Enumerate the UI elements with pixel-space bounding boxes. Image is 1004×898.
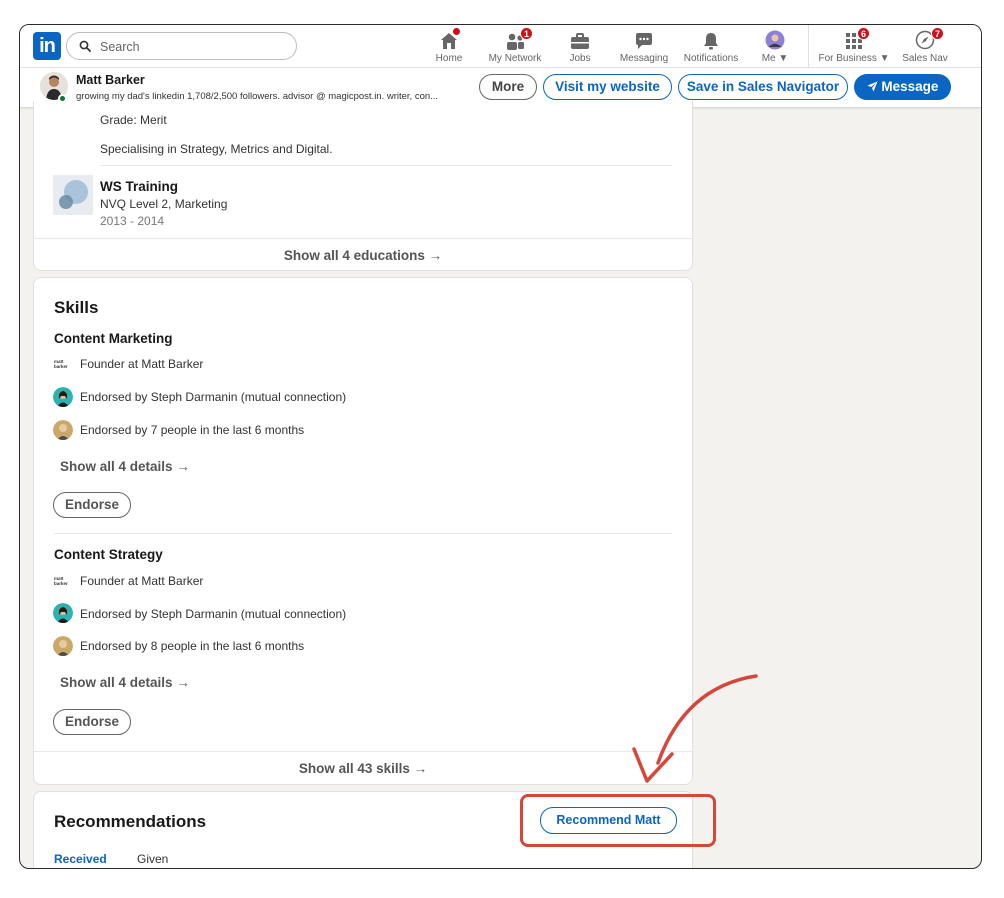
chat-icon — [636, 33, 652, 49]
endorser-photo-icon — [53, 603, 73, 623]
education-grade: Grade: Merit — [100, 113, 167, 127]
endorsed-by-mutual[interactable]: Endorsed by Steph Darmanin (mutual conne… — [80, 607, 346, 621]
skills-footer-divider — [34, 751, 692, 752]
school-name[interactable]: WS Training — [100, 179, 178, 194]
visit-website-button[interactable]: Visit my website — [543, 74, 672, 100]
linkedin-logo[interactable]: in — [33, 32, 61, 60]
tab-received[interactable]: Received — [54, 852, 107, 866]
endorser-avatar — [53, 603, 73, 623]
nav-divider — [808, 25, 809, 68]
endorsed-by-count[interactable]: Endorsed by 7 people in the last 6 month… — [80, 423, 304, 437]
me-avatar-icon — [765, 30, 785, 50]
show-skill-details-link[interactable]: Show all 4 details → — [60, 675, 190, 690]
bell-icon — [704, 33, 718, 50]
nav-my-network[interactable]: 1 My Network — [485, 27, 545, 64]
top-nav: in Home 1 — [20, 25, 981, 68]
endorser-avatar — [53, 387, 73, 407]
endorser-group-avatar — [53, 636, 73, 656]
nav-home[interactable]: Home — [430, 27, 468, 64]
skill-divider — [54, 533, 672, 534]
education-divider — [100, 165, 672, 166]
endorse-button[interactable]: Endorse — [53, 709, 131, 735]
message-button-label: Message — [881, 79, 939, 94]
skills-card: Skills Content Marketing matt barker Fou… — [33, 277, 693, 785]
school-degree: NVQ Level 2, Marketing — [100, 197, 228, 211]
skills-title: Skills — [54, 298, 99, 317]
nav-for-business[interactable]: 6 For Business ▼ — [817, 27, 891, 64]
nav-jobs[interactable]: Jobs — [560, 28, 600, 64]
nav-me[interactable]: Me ▼ — [757, 28, 793, 64]
briefcase-icon — [571, 33, 589, 49]
company-logo: matt barker — [54, 359, 68, 369]
nav-sales-nav-label: Sales Nav — [902, 53, 948, 64]
nav-my-network-label: My Network — [488, 53, 542, 64]
nav-messaging-label: Messaging — [619, 53, 669, 64]
tab-given[interactable]: Given — [137, 852, 168, 866]
nav-notifications-label: Notifications — [683, 53, 739, 64]
education-footer-divider — [34, 238, 692, 239]
endorser-photo-icon — [53, 387, 73, 407]
school-years: 2013 - 2014 — [100, 214, 165, 228]
nav-messaging[interactable]: Messaging — [618, 28, 670, 64]
show-all-educations-link[interactable]: Show all 4 educations → — [34, 248, 692, 263]
show-all-skills-link[interactable]: Show all 43 skills → — [34, 761, 692, 776]
search-box[interactable] — [66, 32, 297, 60]
endorsed-by-count[interactable]: Endorsed by 8 people in the last 6 month… — [80, 639, 304, 653]
more-button[interactable]: More — [479, 74, 537, 100]
school-logo[interactable] — [53, 175, 93, 215]
endorser-group-avatar — [53, 420, 73, 440]
skill-org: Founder at Matt Barker — [80, 357, 204, 371]
search-input[interactable] — [100, 37, 280, 56]
chevron-down-icon: ▼ — [879, 53, 890, 64]
save-sales-navigator-button[interactable]: Save in Sales Navigator — [678, 74, 848, 100]
nav-notifications[interactable]: Notifications — [679, 28, 743, 64]
skill-org: Founder at Matt Barker — [80, 574, 204, 588]
browser-window: in Home 1 — [19, 24, 982, 869]
nav-for-business-label: For Business — [818, 53, 877, 64]
show-skill-details-link[interactable]: Show all 4 details → — [60, 459, 190, 474]
education-description: Specialising in Strategy, Metrics and Di… — [100, 142, 333, 156]
send-icon — [867, 79, 882, 94]
endorsed-by-mutual[interactable]: Endorsed by Steph Darmanin (mutual conne… — [80, 390, 346, 404]
nav-jobs-label: Jobs — [569, 53, 591, 64]
profile-name: Matt Barker — [76, 73, 145, 87]
network-badge: 1 — [520, 27, 533, 40]
recommendations-card: Recommendations Recommend Matt Received … — [33, 791, 693, 868]
company-logo: matt barker — [54, 576, 68, 586]
chevron-down-icon: ▼ — [778, 53, 789, 64]
endorser-photo-icon — [53, 636, 73, 656]
business-badge: 6 — [857, 27, 870, 40]
nav-sales-nav[interactable]: 7 Sales Nav — [900, 27, 950, 64]
search-icon — [79, 40, 91, 52]
school-logo-icon — [59, 180, 88, 209]
skill-name[interactable]: Content Strategy — [54, 547, 163, 562]
sales-nav-badge: 7 — [931, 27, 944, 40]
skill-name[interactable]: Content Marketing — [54, 331, 173, 346]
endorser-photo-icon — [53, 420, 73, 440]
education-card: Grade: Merit Specialising in Strategy, M… — [33, 101, 693, 271]
nav-me-label: Me — [761, 53, 776, 64]
home-notification-dot — [452, 27, 461, 36]
recommendations-title: Recommendations — [54, 812, 207, 831]
recommend-button[interactable]: Recommend Matt — [540, 807, 677, 834]
message-button[interactable]: Message — [854, 74, 951, 100]
nav-home-label: Home — [435, 53, 463, 64]
endorse-button[interactable]: Endorse — [53, 492, 131, 518]
